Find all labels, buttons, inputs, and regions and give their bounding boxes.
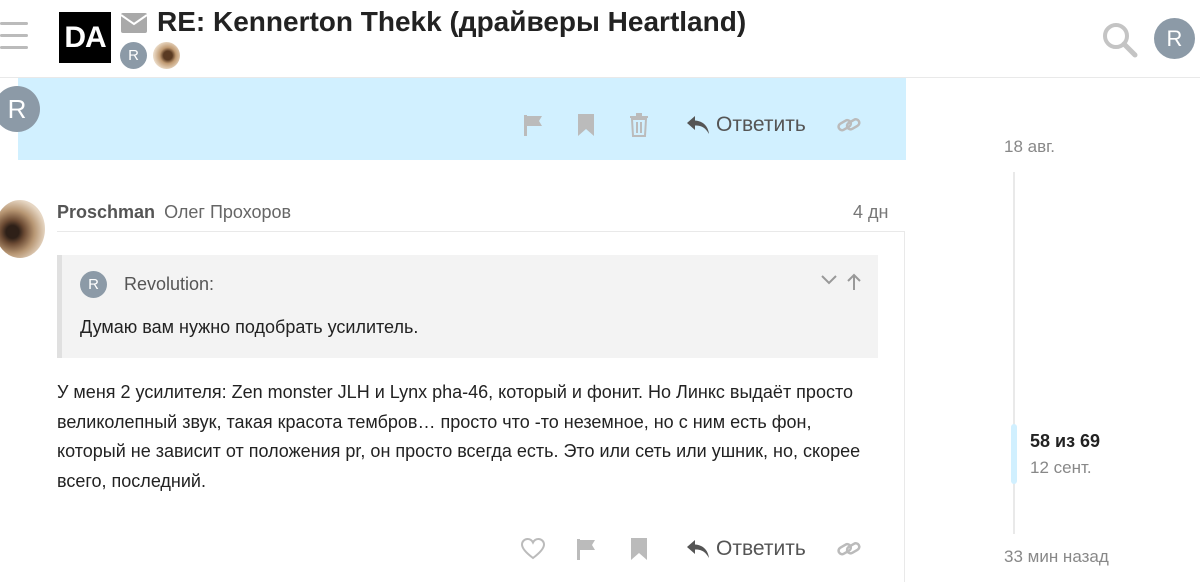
quote-author-avatar[interactable]: R — [80, 271, 107, 298]
reply-label: Ответить — [716, 113, 806, 136]
timeline-position: 58 из 69 — [1030, 431, 1101, 451]
arrow-up-icon[interactable] — [846, 273, 862, 296]
post-username[interactable]: Proschman — [57, 202, 155, 222]
search-icon[interactable] — [1101, 21, 1139, 64]
timeline-position-date: 12 сент. — [1030, 458, 1092, 477]
quote-controls — [820, 273, 862, 296]
post-actions: Ответить — [520, 110, 862, 140]
timeline-handle[interactable] — [1011, 424, 1017, 484]
flag-icon[interactable] — [573, 534, 599, 564]
reply-label: Ответить — [716, 537, 806, 560]
quote-text: Думаю вам нужно подобрать усилитель. — [80, 317, 419, 337]
timeline-end-label[interactable]: 33 мин назад — [1004, 547, 1109, 567]
trash-icon[interactable] — [626, 110, 652, 140]
envelope-icon — [120, 12, 148, 39]
topic-title[interactable]: RE: Kennerton Thekk (драйверы Heartland) — [157, 6, 746, 38]
link-icon[interactable] — [836, 534, 862, 564]
reply-button[interactable]: Ответить — [686, 537, 806, 561]
bookmark-icon[interactable] — [573, 110, 599, 140]
post-actions: Ответить — [520, 534, 862, 564]
current-user-avatar[interactable]: R — [1154, 18, 1195, 59]
topic-header: DA RE: Kennerton Thekk (драйверы Heartla… — [0, 0, 1200, 78]
post-full-name: Олег Прохоров — [164, 202, 292, 222]
bookmark-icon[interactable] — [626, 534, 652, 564]
link-icon[interactable] — [836, 110, 862, 140]
quote-author: Revolution: — [124, 274, 215, 294]
participant-avatar[interactable] — [153, 42, 180, 69]
timeline-start-date[interactable]: 18 авг. — [1004, 137, 1055, 157]
quote-header: R Revolution: — [80, 271, 214, 298]
site-logo[interactable]: DA — [59, 12, 111, 63]
post-divider — [57, 231, 905, 232]
post-divider — [904, 231, 905, 582]
reply-arrow-icon — [687, 540, 709, 558]
post-body: У меня 2 усилителя: Zen monster JLH и Ly… — [57, 382, 861, 491]
reply-arrow-icon — [687, 116, 709, 134]
post-meta: Proschman Олег Прохоров — [57, 202, 291, 223]
reply-button[interactable]: Ответить — [686, 113, 806, 137]
flag-icon[interactable] — [520, 110, 546, 140]
post-date[interactable]: 4 дн — [853, 202, 888, 223]
chevron-down-icon[interactable] — [820, 273, 838, 296]
participant-avatar[interactable]: R — [120, 42, 147, 69]
heart-icon[interactable] — [520, 534, 546, 564]
topic-participants: R — [120, 42, 180, 69]
hamburger-menu-icon[interactable] — [0, 22, 28, 52]
post-author-avatar[interactable] — [0, 200, 45, 258]
quote-block: R Revolution: Думаю вам нужно подобрать … — [57, 255, 878, 358]
